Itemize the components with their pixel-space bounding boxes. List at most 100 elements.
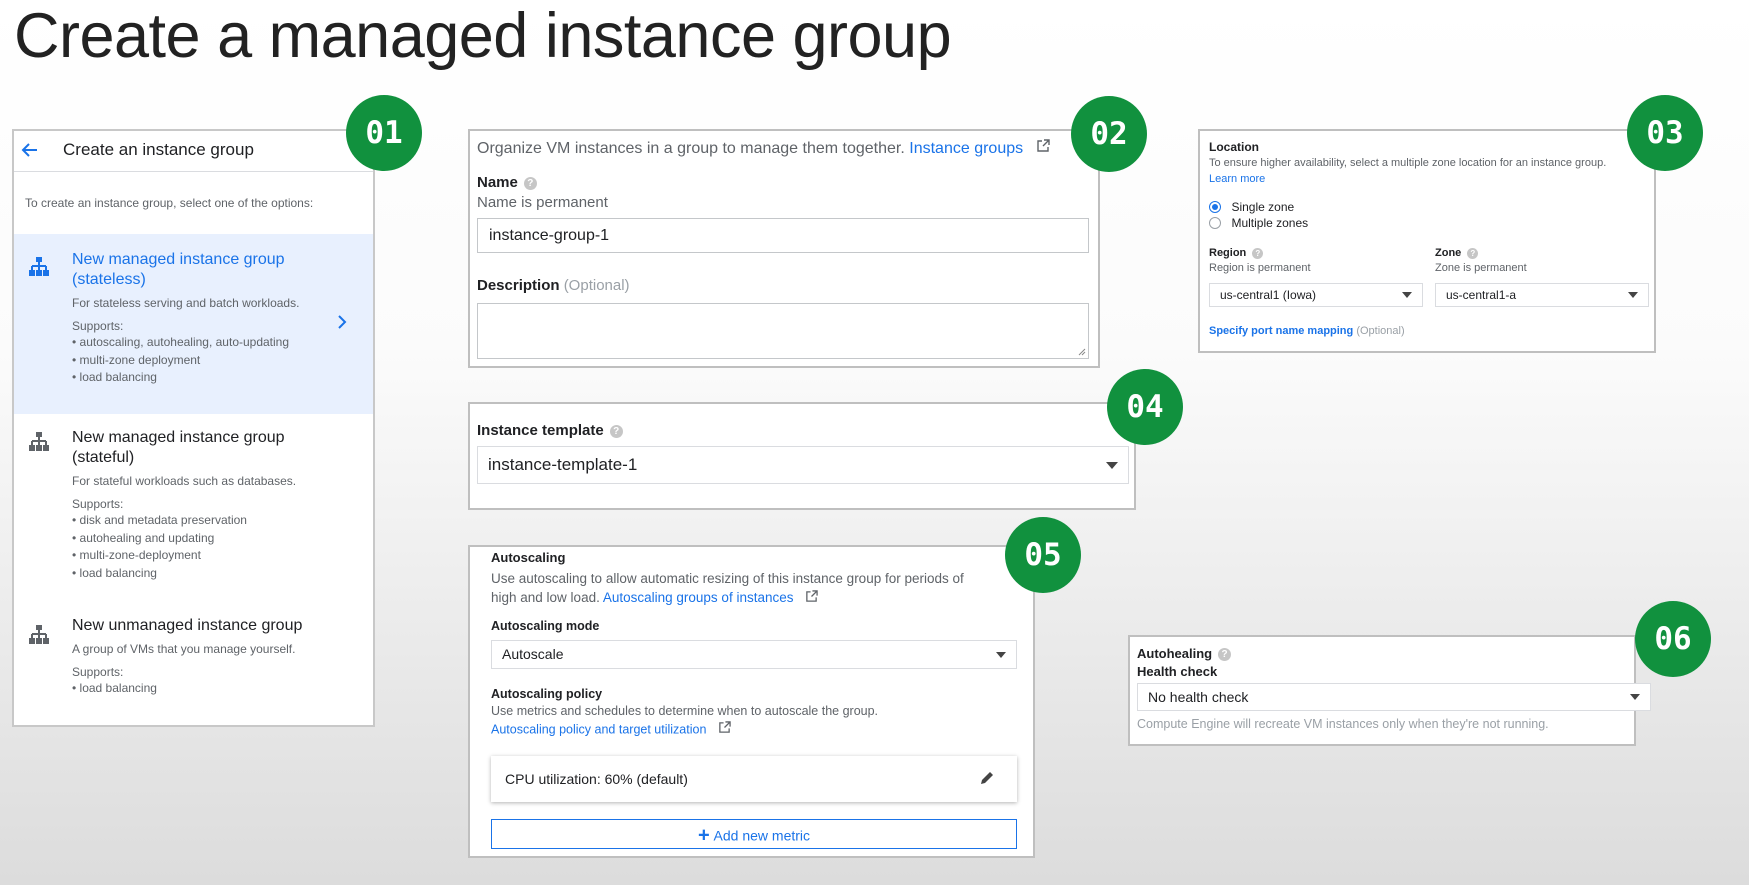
header-divider — [14, 171, 373, 172]
autoscaling-groups-link[interactable]: Autoscaling groups of instances — [603, 590, 794, 605]
description-text: high and low load. — [491, 590, 600, 605]
name-input[interactable]: instance-group-1 — [477, 218, 1089, 253]
help-icon[interactable]: ? — [609, 424, 623, 438]
radio-checked-icon — [1209, 200, 1221, 213]
resize-handle-icon[interactable] — [1078, 348, 1086, 356]
supports-list: • autoscaling, autohealing, auto-updatin… — [72, 334, 289, 387]
instance-groups-link[interactable]: Instance groups — [909, 140, 1023, 157]
region-hint: Region is permanent — [1209, 262, 1311, 274]
supports-list: • load balancing — [72, 680, 157, 698]
autohealing-panel: Autohealing? Health check No health chec… — [1128, 635, 1651, 746]
step-badge-05: 05 — [1005, 517, 1081, 593]
zone-label: Zone — [1435, 247, 1462, 259]
name-label: Name — [477, 174, 518, 191]
unmanaged-group-icon — [28, 624, 50, 651]
zone-label-row: Zone? — [1435, 246, 1479, 260]
optional-tag: (Optional) — [563, 277, 630, 294]
option-title: New unmanaged instance group — [72, 617, 303, 634]
dropdown-arrow-icon — [1402, 292, 1412, 298]
zone-select[interactable]: us-central1-a — [1435, 283, 1649, 307]
zone-value: us-central1-a — [1446, 288, 1517, 302]
option-managed-stateful[interactable]: New managed instance group (stateful) Fo… — [14, 414, 373, 604]
metric-text: CPU utilization: 60% (default) — [505, 771, 688, 787]
autoscaling-policy-label: Autoscaling policy — [491, 687, 603, 701]
add-new-metric-button[interactable]: + Add new metric — [491, 819, 1017, 849]
health-check-label: Health check — [1137, 664, 1218, 679]
managed-group-icon — [28, 431, 50, 458]
supports-item: • load balancing — [72, 370, 157, 384]
option-title: New managed instance group — [72, 429, 285, 446]
help-icon[interactable]: ? — [1467, 247, 1479, 259]
supports-item: • autohealing and updating — [72, 530, 215, 545]
option-managed-stateless[interactable]: New managed instance group (stateless) F… — [14, 234, 373, 414]
mode-value: Autoscale — [502, 646, 564, 662]
dropdown-arrow-icon — [1630, 694, 1640, 700]
autoscaling-mode-select[interactable]: Autoscale — [491, 640, 1017, 669]
help-icon[interactable]: ? — [1252, 247, 1264, 259]
template-value: instance-template-1 — [488, 455, 638, 474]
option-title-line2: (stateful) — [72, 449, 135, 466]
template-label: Instance template — [477, 422, 604, 439]
supports-item: • disk and metadata preservation — [72, 513, 247, 527]
autoscaling-mode-label: Autoscaling mode — [491, 619, 600, 633]
location-panel: Location To ensure higher availability, … — [1198, 129, 1656, 353]
autoscaling-policy-link[interactable]: Autoscaling policy and target utilizatio… — [491, 722, 706, 736]
back-arrow-icon[interactable] — [20, 140, 40, 160]
name-hint: Name is permanent — [477, 194, 608, 211]
autoscaling-description-line2: high and low load. Autoscaling groups of… — [491, 588, 818, 608]
cpu-metric-card[interactable]: CPU utilization: 60% (default) — [491, 756, 1017, 802]
region-select[interactable]: us-central1 (Iowa) — [1209, 283, 1423, 307]
description-label-row: Description (Optional) — [477, 276, 630, 296]
health-check-select[interactable]: No health check — [1137, 683, 1651, 711]
step-badge-01: 01 — [346, 95, 422, 171]
radio-label: Multiple zones — [1231, 215, 1309, 230]
supports-list: • disk and metadata preservation • autoh… — [72, 512, 247, 582]
health-check-value: No health check — [1148, 689, 1249, 705]
help-icon[interactable]: ? — [1218, 648, 1232, 662]
dropdown-arrow-icon — [996, 651, 1006, 658]
region-label: Region — [1209, 247, 1247, 259]
option-description: A group of VMs that you manage yourself. — [72, 642, 296, 656]
intro-line: Organize VM instances in a group to mana… — [477, 138, 1050, 160]
plus-icon: + — [697, 824, 710, 847]
template-label-row: Instance template? — [477, 421, 623, 441]
panel-header-title: Create an instance group — [63, 140, 254, 159]
step-badge-04: 04 — [1107, 369, 1183, 445]
dropdown-arrow-icon — [1106, 462, 1118, 469]
edit-pencil-icon[interactable] — [979, 770, 995, 791]
port-mapping-link[interactable]: Specify port name mapping — [1209, 325, 1353, 337]
external-link-icon[interactable] — [718, 721, 731, 739]
autohealing-hint: Compute Engine will recreate VM instance… — [1137, 717, 1549, 731]
supports-item: • load balancing — [72, 681, 157, 695]
instance-template-select[interactable]: instance-template-1 — [477, 446, 1129, 484]
location-label: Location — [1209, 140, 1259, 154]
autohealing-title: Autohealing — [1137, 646, 1213, 661]
zone-hint: Zone is permanent — [1435, 262, 1527, 274]
autoscaling-description: Use autoscaling to allow automatic resiz… — [491, 571, 964, 586]
help-icon[interactable]: ? — [523, 176, 537, 190]
autoscaling-title: Autoscaling — [491, 550, 566, 565]
external-link-icon[interactable] — [1036, 138, 1050, 160]
radio-multiple-zones[interactable]: Multiple zones — [1209, 214, 1308, 230]
region-value: us-central1 (Iowa) — [1220, 288, 1317, 302]
managed-group-icon — [28, 256, 50, 283]
port-mapping-row: Specify port name mapping (Optional) — [1209, 324, 1405, 338]
external-link-icon[interactable] — [805, 589, 818, 608]
description-label: Description — [477, 277, 560, 294]
add-metric-label: Add new metric — [713, 827, 811, 844]
intro-text: Organize VM instances in a group to mana… — [477, 140, 905, 158]
intro-text: To create an instance group, select one … — [25, 196, 314, 210]
radio-single-zone[interactable]: Single zone — [1209, 198, 1294, 214]
supports-label: Supports: — [72, 319, 124, 333]
supports-item: • multi-zone deployment — [72, 352, 201, 367]
learn-more-link[interactable]: Learn more — [1209, 172, 1265, 186]
description-textarea[interactable] — [477, 303, 1089, 359]
chevron-right-icon[interactable] — [336, 314, 348, 335]
dropdown-arrow-icon — [1628, 292, 1638, 298]
supports-label: Supports: — [72, 497, 124, 511]
option-unmanaged[interactable]: New unmanaged instance group A group of … — [14, 604, 373, 724]
slide-title: Create a managed instance group — [14, 1, 952, 71]
step-badge-06: 06 — [1635, 601, 1711, 677]
option-description: For stateful workloads such as databases… — [72, 474, 297, 488]
autoscaling-policy-description: Use metrics and schedules to determine w… — [491, 704, 879, 718]
